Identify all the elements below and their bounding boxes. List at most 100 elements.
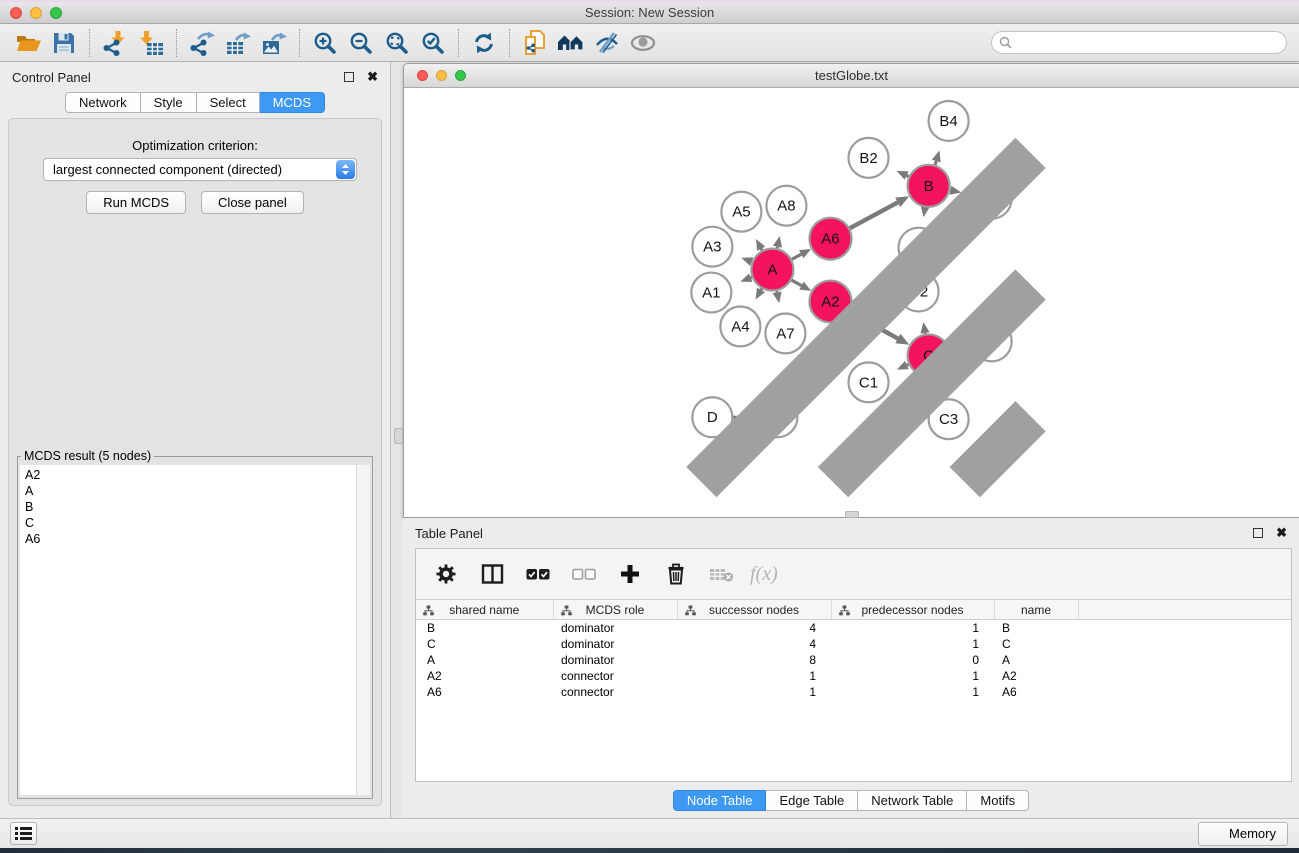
network-window-controls — [417, 70, 466, 81]
tab-motifs[interactable]: Motifs — [967, 790, 1029, 811]
mcds-result-item[interactable]: A6 — [25, 531, 356, 547]
home-button[interactable] — [553, 27, 589, 59]
unselect-all-columns-button[interactable] — [566, 556, 602, 592]
mcds-result-item[interactable]: B — [25, 499, 356, 515]
network-zoom-button[interactable] — [455, 70, 466, 81]
save-session-button[interactable] — [46, 27, 82, 59]
function-builder-button[interactable]: f(x) — [750, 563, 778, 586]
table-settings-button[interactable] — [428, 556, 464, 592]
network-window-titlebar[interactable]: testGlobe.txt — [404, 64, 1299, 88]
show-panels-button[interactable] — [10, 822, 37, 845]
mcds-result-title: MCDS result (5 nodes) — [21, 449, 154, 463]
zoom-in-icon — [312, 30, 338, 56]
network-minimize-button[interactable] — [436, 70, 447, 81]
toolbar-separator — [89, 29, 90, 57]
table-panel: Table Panel ✖ f(x) — [403, 518, 1299, 818]
table-row[interactable]: A2connector11A2 — [416, 668, 1291, 684]
column-header-shared-name[interactable]: shared name — [416, 600, 553, 620]
float-panel-icon[interactable] — [344, 72, 354, 82]
show-all-button[interactable] — [625, 27, 661, 59]
app-window: Session: New Session Control — [0, 0, 1299, 853]
export-table-button[interactable] — [220, 27, 256, 59]
column-header-mcds-role[interactable]: MCDS role — [553, 600, 677, 620]
close-panel-icon[interactable]: ✖ — [367, 72, 378, 82]
toolbar-separator — [299, 29, 300, 57]
close-window-button[interactable] — [10, 7, 22, 19]
hide-selected-button[interactable] — [589, 27, 625, 59]
zoom-out-button[interactable] — [343, 27, 379, 59]
save-icon — [52, 31, 76, 55]
column-header-filler — [1078, 600, 1291, 620]
table-panel-title: Table Panel — [415, 526, 483, 541]
result-scrollbar[interactable] — [356, 465, 370, 795]
tab-network[interactable]: Network — [65, 92, 141, 113]
attribute-tree-icon — [423, 605, 434, 619]
table-row[interactable]: Cdominator41C — [416, 636, 1291, 652]
memory-button[interactable]: Memory — [1198, 822, 1288, 846]
unselect-all-icon — [572, 568, 596, 581]
tab-mcds[interactable]: MCDS — [260, 92, 325, 113]
search-input[interactable] — [1017, 36, 1279, 50]
table-row[interactable]: A6connector11A6 — [416, 684, 1291, 700]
zoom-selected-icon — [420, 30, 446, 56]
float-table-panel-icon[interactable] — [1253, 528, 1263, 538]
mcds-result-item[interactable]: A2 — [25, 467, 356, 483]
open-file-button[interactable] — [10, 27, 46, 59]
close-table-panel-icon[interactable]: ✖ — [1276, 528, 1287, 538]
column-header-successor-nodes[interactable]: successor nodes — [677, 600, 831, 620]
tab-select[interactable]: Select — [197, 92, 260, 113]
search-field[interactable] — [991, 31, 1287, 54]
hide-eye-icon — [594, 30, 620, 56]
mcds-result-item[interactable]: A — [25, 483, 356, 499]
create-column-button[interactable] — [612, 556, 648, 592]
zoom-window-button[interactable] — [50, 7, 62, 19]
export-network-button[interactable] — [184, 27, 220, 59]
clone-network-button[interactable] — [517, 27, 553, 59]
select-all-columns-button[interactable] — [520, 556, 556, 592]
horizontal-divider-handle[interactable] — [845, 511, 859, 518]
refresh-button[interactable] — [466, 27, 502, 59]
node-table: shared nameMCDS rolesuccessor nodesprede… — [416, 599, 1291, 700]
import-table-icon — [138, 30, 164, 56]
optimization-select[interactable]: largest connected component (directed) — [43, 158, 357, 181]
show-columns-button[interactable] — [474, 556, 510, 592]
zoom-in-button[interactable] — [307, 27, 343, 59]
resize-grip-icon[interactable] — [402, 87, 1297, 515]
window-controls — [10, 7, 62, 19]
main-area: Control Panel ✖ NetworkStyleSelectMCDS O… — [0, 62, 1299, 818]
network-window-title: testGlobe.txt — [815, 68, 888, 83]
delete-column-button[interactable] — [658, 556, 694, 592]
vertical-divider-handle[interactable] — [394, 428, 403, 444]
mcds-result-item[interactable]: C — [25, 515, 356, 531]
close-panel-button[interactable]: Close panel — [201, 191, 304, 214]
tab-network-table[interactable]: Network Table — [858, 790, 967, 811]
export-table-icon — [225, 30, 251, 56]
control-panel: Control Panel ✖ NetworkStyleSelectMCDS O… — [0, 62, 391, 818]
desktop-area: testGlobe.txt AA1A2A3A4A5A6A7A8BB1B2B3B4… — [391, 62, 1299, 818]
network-canvas[interactable]: AA1A2A3A4A5A6A7A8BB1B2B3B4CC1C2C3C4DD1 — [404, 89, 1299, 517]
mcds-result-box: MCDS result (5 nodes) A2ABCA6 — [17, 449, 373, 799]
zoom-fit-button[interactable] — [379, 27, 415, 59]
zoom-selected-button[interactable] — [415, 27, 451, 59]
tab-node-table[interactable]: Node Table — [673, 790, 767, 811]
table-panel-header: Table Panel ✖ — [403, 518, 1299, 548]
column-header-name[interactable]: name — [994, 600, 1078, 620]
mcds-result-list[interactable]: A2ABCA6 — [20, 465, 356, 795]
table-row[interactable]: Bdominator41B — [416, 620, 1291, 636]
delete-table-button[interactable] — [704, 556, 740, 592]
select-stepper-icon — [336, 160, 355, 179]
node-table-container: f(x) shared nameMCDS rolesuccessor nodes… — [415, 548, 1292, 782]
tab-edge-table[interactable]: Edge Table — [766, 790, 858, 811]
import-table-button[interactable] — [133, 27, 169, 59]
tab-style[interactable]: Style — [141, 92, 197, 113]
export-image-button[interactable] — [256, 27, 292, 59]
network-close-button[interactable] — [417, 70, 428, 81]
run-mcds-button[interactable]: Run MCDS — [86, 191, 186, 214]
export-network-icon — [189, 30, 215, 56]
import-network-button[interactable] — [97, 27, 133, 59]
houses-icon — [557, 31, 585, 55]
table-row[interactable]: Adominator80A — [416, 652, 1291, 668]
column-header-predecessor-nodes[interactable]: predecessor nodes — [831, 600, 994, 620]
attribute-tree-icon — [561, 605, 572, 619]
minimize-window-button[interactable] — [30, 7, 42, 19]
